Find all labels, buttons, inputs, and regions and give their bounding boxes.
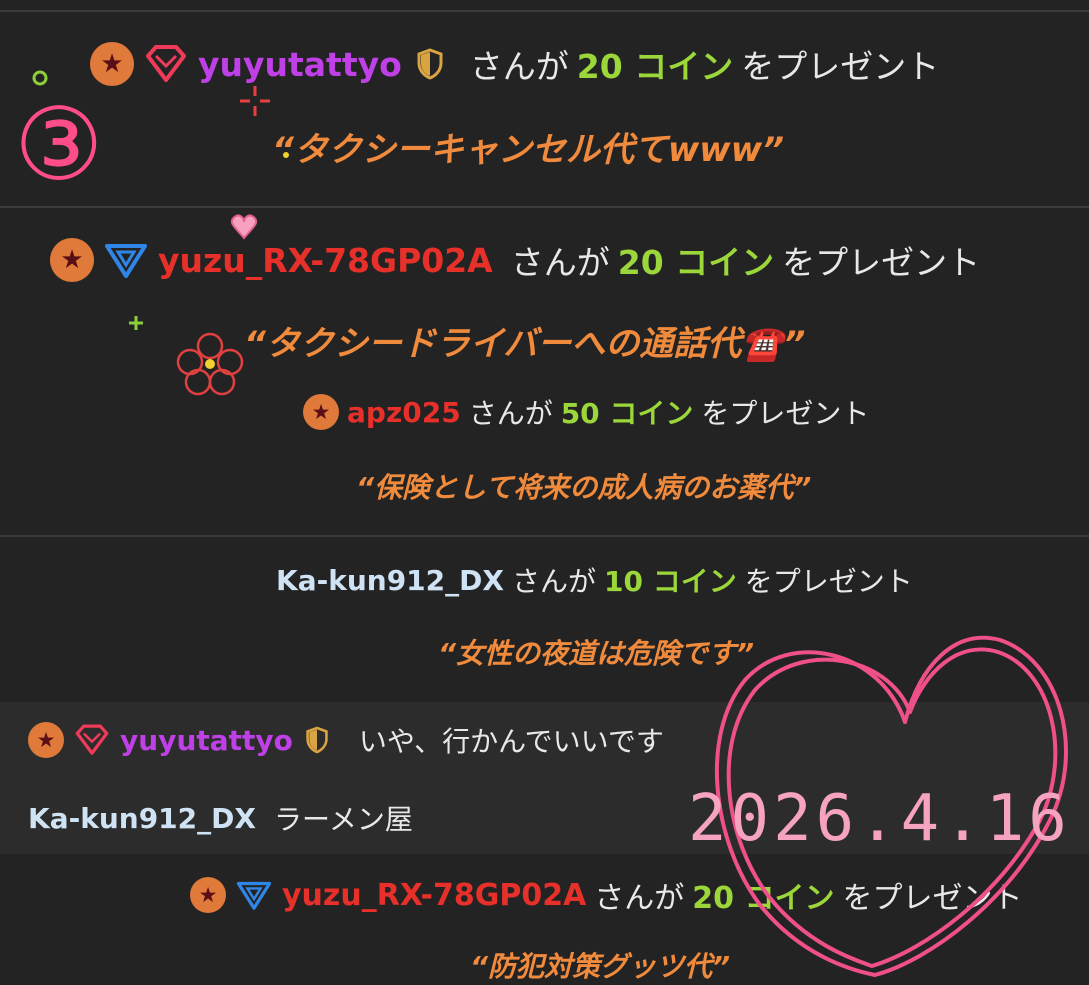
date-stamp: 2026.4.16 xyxy=(688,782,1071,856)
